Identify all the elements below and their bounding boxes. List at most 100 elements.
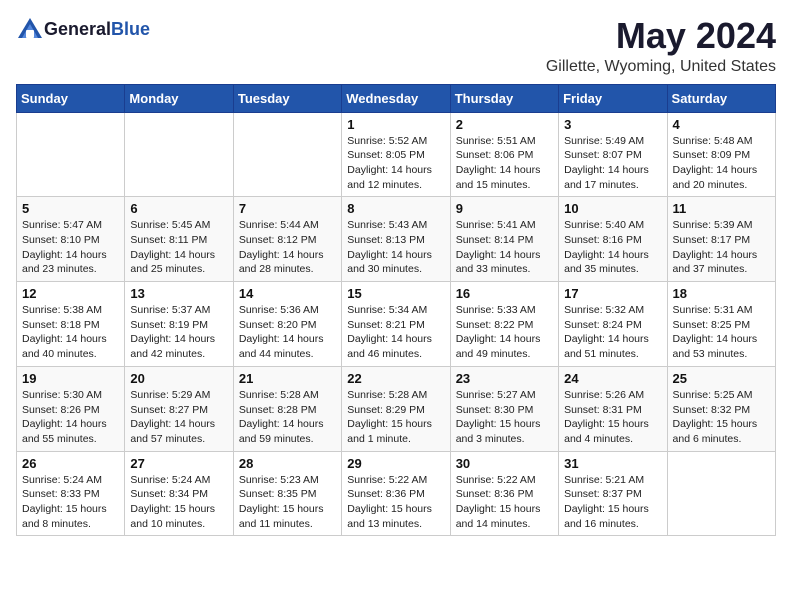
calendar-title: May 2024: [546, 16, 776, 56]
day-number: 4: [673, 117, 770, 132]
day-cell: 13 Sunrise: 5:37 AM Sunset: 8:19 PM Dayli…: [125, 282, 233, 367]
week-row-3: 12 Sunrise: 5:38 AM Sunset: 8:18 PM Dayli…: [17, 282, 776, 367]
day-of-week-row: SundayMondayTuesdayWednesdayThursdayFrid…: [17, 84, 776, 112]
logo-general: General: [44, 19, 111, 39]
day-info: Sunrise: 5:47 AM Sunset: 8:10 PM Dayligh…: [22, 218, 119, 277]
day-info: Sunrise: 5:43 AM Sunset: 8:13 PM Dayligh…: [347, 218, 444, 277]
calendar-table: SundayMondayTuesdayWednesdayThursdayFrid…: [16, 84, 776, 537]
day-info: Sunrise: 5:22 AM Sunset: 8:36 PM Dayligh…: [456, 473, 553, 532]
day-info: Sunrise: 5:22 AM Sunset: 8:36 PM Dayligh…: [347, 473, 444, 532]
day-number: 8: [347, 201, 444, 216]
day-number: 6: [130, 201, 227, 216]
day-info: Sunrise: 5:29 AM Sunset: 8:27 PM Dayligh…: [130, 388, 227, 447]
day-info: Sunrise: 5:30 AM Sunset: 8:26 PM Dayligh…: [22, 388, 119, 447]
day-number: 28: [239, 456, 336, 471]
day-info: Sunrise: 5:39 AM Sunset: 8:17 PM Dayligh…: [673, 218, 770, 277]
day-cell: 2 Sunrise: 5:51 AM Sunset: 8:06 PM Daylig…: [450, 112, 558, 197]
day-number: 30: [456, 456, 553, 471]
day-number: 13: [130, 286, 227, 301]
day-cell: 1Sunrise: 5:52 AM Sunset: 8:05 PM Daylig…: [342, 112, 450, 197]
day-cell: 18 Sunrise: 5:31 AM Sunset: 8:25 PM Dayli…: [667, 282, 775, 367]
day-number: 29: [347, 456, 444, 471]
calendar-subtitle: Gillette, Wyoming, United States: [546, 58, 776, 76]
day-cell: 22 Sunrise: 5:28 AM Sunset: 8:29 PM Dayli…: [342, 366, 450, 451]
day-number: 27: [130, 456, 227, 471]
day-number: 17: [564, 286, 661, 301]
day-number: 12: [22, 286, 119, 301]
day-info: Sunrise: 5:41 AM Sunset: 8:14 PM Dayligh…: [456, 218, 553, 277]
day-info: Sunrise: 5:32 AM Sunset: 8:24 PM Dayligh…: [564, 303, 661, 362]
day-cell: [233, 112, 341, 197]
day-number: 10: [564, 201, 661, 216]
day-number: 19: [22, 371, 119, 386]
day-cell: 4 Sunrise: 5:48 AM Sunset: 8:09 PM Daylig…: [667, 112, 775, 197]
day-info: Sunrise: 5:28 AM Sunset: 8:29 PM Dayligh…: [347, 388, 444, 447]
day-cell: 21 Sunrise: 5:28 AM Sunset: 8:28 PM Dayli…: [233, 366, 341, 451]
day-info: Sunrise: 5:31 AM Sunset: 8:25 PM Dayligh…: [673, 303, 770, 362]
day-cell: 20 Sunrise: 5:29 AM Sunset: 8:27 PM Dayli…: [125, 366, 233, 451]
day-cell: 9Sunrise: 5:41 AM Sunset: 8:14 PM Daylig…: [450, 197, 558, 282]
day-number: 22: [347, 371, 444, 386]
title-block: May 2024 Gillette, Wyoming, United State…: [546, 16, 776, 76]
day-cell: 7 Sunrise: 5:44 AM Sunset: 8:12 PM Daylig…: [233, 197, 341, 282]
dow-header-monday: Monday: [125, 84, 233, 112]
day-number: 21: [239, 371, 336, 386]
day-number: 18: [673, 286, 770, 301]
day-cell: 29 Sunrise: 5:22 AM Sunset: 8:36 PM Dayli…: [342, 451, 450, 536]
day-cell: [125, 112, 233, 197]
day-number: 7: [239, 201, 336, 216]
day-info: Sunrise: 5:33 AM Sunset: 8:22 PM Dayligh…: [456, 303, 553, 362]
day-cell: 24 Sunrise: 5:26 AM Sunset: 8:31 PM Dayli…: [559, 366, 667, 451]
logo-blue: Blue: [111, 19, 150, 39]
day-cell: 14Sunrise: 5:36 AM Sunset: 8:20 PM Dayli…: [233, 282, 341, 367]
day-cell: 8 Sunrise: 5:43 AM Sunset: 8:13 PM Daylig…: [342, 197, 450, 282]
day-info: Sunrise: 5:27 AM Sunset: 8:30 PM Dayligh…: [456, 388, 553, 447]
dow-header-saturday: Saturday: [667, 84, 775, 112]
dow-header-friday: Friday: [559, 84, 667, 112]
day-number: 26: [22, 456, 119, 471]
day-number: 24: [564, 371, 661, 386]
day-cell: 19 Sunrise: 5:30 AM Sunset: 8:26 PM Dayli…: [17, 366, 125, 451]
day-info: Sunrise: 5:23 AM Sunset: 8:35 PM Dayligh…: [239, 473, 336, 532]
day-cell: 6 Sunrise: 5:45 AM Sunset: 8:11 PM Daylig…: [125, 197, 233, 282]
day-info: Sunrise: 5:49 AM Sunset: 8:07 PM Dayligh…: [564, 134, 661, 193]
day-number: 23: [456, 371, 553, 386]
day-info: Sunrise: 5:25 AM Sunset: 8:32 PM Dayligh…: [673, 388, 770, 447]
day-number: 2: [456, 117, 553, 132]
day-info: Sunrise: 5:24 AM Sunset: 8:33 PM Dayligh…: [22, 473, 119, 532]
day-info: Sunrise: 5:26 AM Sunset: 8:31 PM Dayligh…: [564, 388, 661, 447]
day-number: 16: [456, 286, 553, 301]
day-info: Sunrise: 5:28 AM Sunset: 8:28 PM Dayligh…: [239, 388, 336, 447]
week-row-1: 1Sunrise: 5:52 AM Sunset: 8:05 PM Daylig…: [17, 112, 776, 197]
day-number: 11: [673, 201, 770, 216]
day-cell: 10 Sunrise: 5:40 AM Sunset: 8:16 PM Dayli…: [559, 197, 667, 282]
logo: GeneralBlue: [16, 16, 150, 44]
day-cell: 23 Sunrise: 5:27 AM Sunset: 8:30 PM Dayli…: [450, 366, 558, 451]
day-cell: 12 Sunrise: 5:38 AM Sunset: 8:18 PM Dayli…: [17, 282, 125, 367]
logo-icon: [16, 16, 44, 44]
day-cell: 5 Sunrise: 5:47 AM Sunset: 8:10 PM Daylig…: [17, 197, 125, 282]
day-cell: 17 Sunrise: 5:32 AM Sunset: 8:24 PM Dayli…: [559, 282, 667, 367]
day-info: Sunrise: 5:37 AM Sunset: 8:19 PM Dayligh…: [130, 303, 227, 362]
week-row-2: 5 Sunrise: 5:47 AM Sunset: 8:10 PM Daylig…: [17, 197, 776, 282]
day-number: 31: [564, 456, 661, 471]
day-info: Sunrise: 5:44 AM Sunset: 8:12 PM Dayligh…: [239, 218, 336, 277]
day-info: Sunrise: 5:24 AM Sunset: 8:34 PM Dayligh…: [130, 473, 227, 532]
day-cell: 3 Sunrise: 5:49 AM Sunset: 8:07 PM Daylig…: [559, 112, 667, 197]
day-number: 20: [130, 371, 227, 386]
day-cell: 30 Sunrise: 5:22 AM Sunset: 8:36 PM Dayli…: [450, 451, 558, 536]
day-cell: [667, 451, 775, 536]
day-number: 1: [347, 117, 444, 132]
day-number: 5: [22, 201, 119, 216]
day-info: Sunrise: 5:45 AM Sunset: 8:11 PM Dayligh…: [130, 218, 227, 277]
dow-header-thursday: Thursday: [450, 84, 558, 112]
day-cell: 11 Sunrise: 5:39 AM Sunset: 8:17 PM Dayli…: [667, 197, 775, 282]
day-info: Sunrise: 5:51 AM Sunset: 8:06 PM Dayligh…: [456, 134, 553, 193]
day-number: 14: [239, 286, 336, 301]
day-info: Sunrise: 5:38 AM Sunset: 8:18 PM Dayligh…: [22, 303, 119, 362]
day-info: Sunrise: 5:40 AM Sunset: 8:16 PM Dayligh…: [564, 218, 661, 277]
day-cell: [17, 112, 125, 197]
day-cell: 28 Sunrise: 5:23 AM Sunset: 8:35 PM Dayli…: [233, 451, 341, 536]
day-number: 3: [564, 117, 661, 132]
day-info: Sunrise: 5:48 AM Sunset: 8:09 PM Dayligh…: [673, 134, 770, 193]
